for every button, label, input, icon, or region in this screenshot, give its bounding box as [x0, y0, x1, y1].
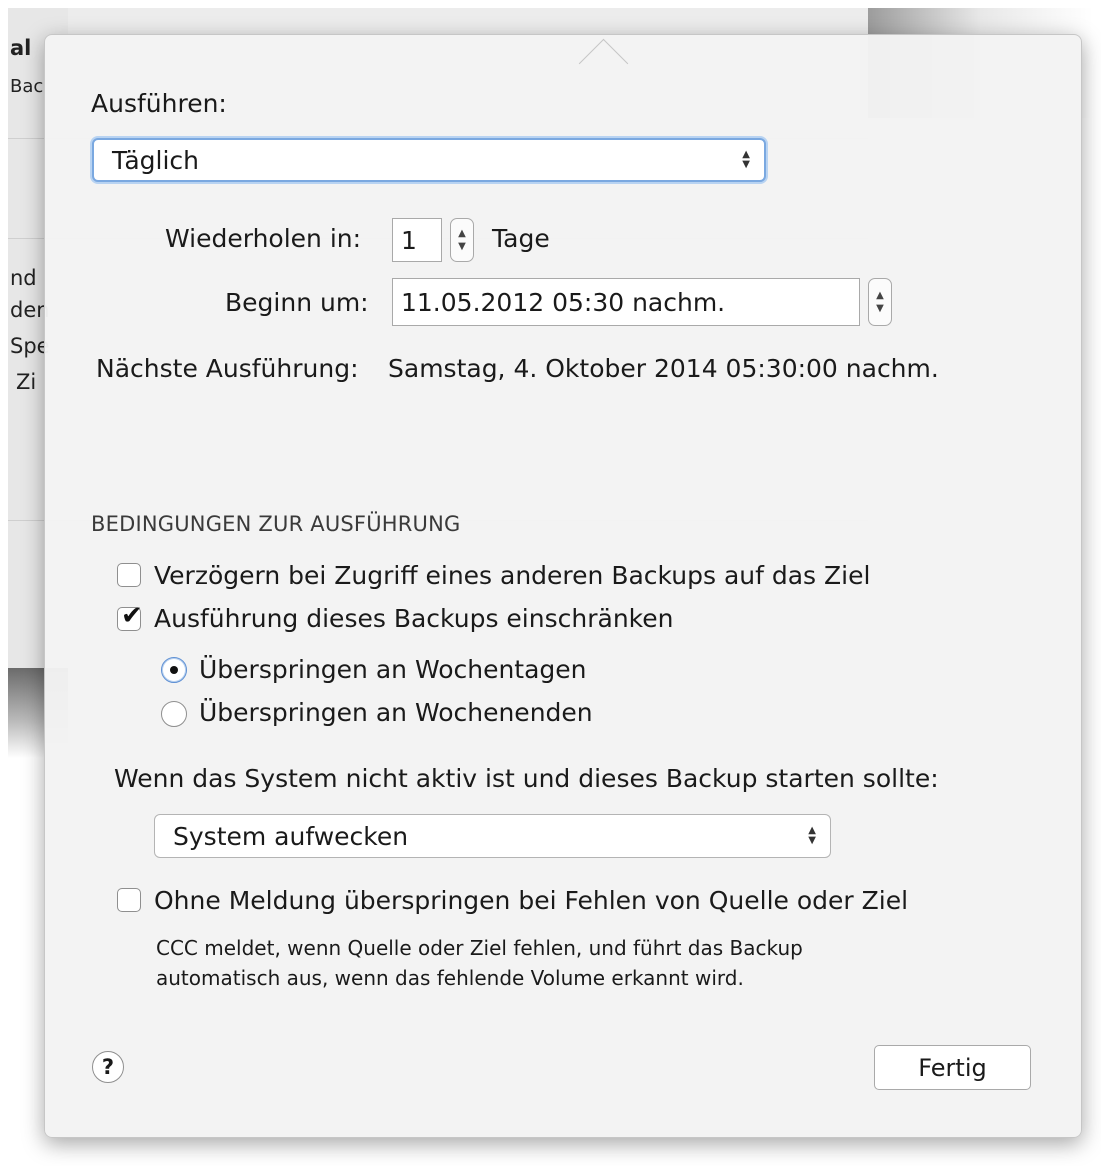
silent-skip-label: Ohne Meldung überspringen bei Fehlen von… [154, 886, 909, 915]
checkmark-icon: ✔ [121, 601, 143, 631]
delay-checkbox[interactable] [117, 563, 141, 587]
sleep-action-popup[interactable]: System aufwecken ▲ ▼ [154, 814, 831, 858]
silent-skip-note-line2: automatisch aus, wenn das fehlende Volum… [156, 966, 744, 990]
conditions-header: BEDINGUNGEN ZUR AUSFÜHRUNG [91, 512, 461, 536]
skip-weekdays-radio[interactable] [161, 657, 187, 683]
up-down-arrows-icon: ▲ ▼ [808, 825, 816, 846]
silent-skip-note-line1: CCC meldet, wenn Quelle oder Ziel fehlen… [156, 936, 803, 960]
frequency-popup[interactable]: Täglich ▲ ▼ [92, 138, 766, 182]
skip-weekdays-label: Überspringen an Wochentagen [199, 655, 587, 684]
repeat-stepper-icon[interactable]: ▲ ▼ [450, 218, 474, 262]
sleep-label: Wenn das System nicht aktiv ist und dies… [114, 764, 939, 793]
next-run-label: Nächste Ausführung: [96, 354, 359, 383]
restrict-checkbox[interactable]: ✔ [117, 601, 143, 631]
delay-label: Verzögern bei Zugriff eines anderen Back… [154, 561, 871, 590]
run-label: Ausführen: [91, 89, 227, 118]
background-text: nd [10, 266, 37, 290]
popover-arrow [578, 38, 629, 89]
start-label: Beginn um: [225, 288, 369, 317]
start-date-stepper-icon[interactable]: ▲ ▼ [868, 278, 892, 326]
sleep-action-value: System aufwecken [173, 821, 409, 851]
background-text: Bac [10, 76, 44, 97]
repeat-unit-label: Tage [492, 224, 550, 253]
radio-dot [170, 666, 178, 674]
repeat-label: Wiederholen in: [165, 224, 362, 253]
background-text: al [10, 36, 32, 60]
start-date-field[interactable]: 11.05.2012 05:30 nachm. [392, 278, 860, 326]
done-button[interactable]: Fertig [874, 1045, 1031, 1090]
frequency-value: Täglich [112, 145, 200, 175]
skip-weekends-label: Überspringen an Wochenenden [199, 698, 593, 727]
silent-skip-checkbox[interactable] [117, 888, 141, 912]
skip-weekends-radio[interactable] [161, 701, 187, 727]
next-run-value: Samstag, 4. Oktober 2014 05:30:00 nachm. [388, 354, 939, 383]
repeat-interval-input[interactable]: 1 [392, 218, 442, 262]
question-mark-icon[interactable]: ? [92, 1051, 124, 1083]
background-text: Zi [16, 370, 37, 394]
schedule-popover: Ausführen: Täglich ▲ ▼ Wiederholen in: 1 … [44, 34, 1082, 1138]
restrict-label: Ausführung dieses Backups einschränken [154, 604, 674, 633]
up-down-arrows-icon: ▲ ▼ [742, 149, 750, 170]
